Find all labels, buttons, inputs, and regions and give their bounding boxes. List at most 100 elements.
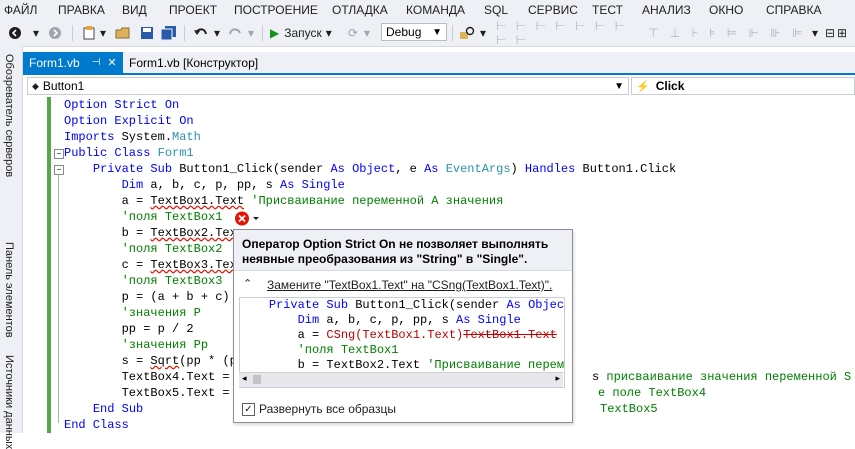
code-line: pp = p / 2 (64, 321, 194, 337)
scroll-right-icon[interactable]: ▸ (555, 373, 560, 384)
code-token: a, b, c, p, pp, s (326, 313, 457, 327)
code-line: TextBox4.Text = (64, 369, 237, 385)
menu-item[interactable]: КОМАНДА (406, 3, 465, 17)
refresh-dropdown-icon[interactable]: ▾ (362, 23, 372, 43)
code-token: Button1.Click (582, 162, 677, 176)
code-token: c = (64, 258, 151, 272)
code-line: Imports System.Math (64, 129, 201, 145)
code-token: Button1_Click(sender (179, 162, 331, 176)
code-token: TextBox5 (600, 402, 658, 416)
menu-item[interactable]: ОТЛАДКА (332, 3, 388, 17)
fix-suggestion-link[interactable]: Замените "TextBox1.Text" на "CSng(TextBo… (267, 278, 552, 292)
code-token: 'поля TextBox2 (121, 242, 223, 256)
expand-all-option[interactable]: ✓ Развернуть все образцы (242, 402, 396, 416)
code-line: End Sub (64, 401, 143, 417)
outline-collapse-class[interactable]: − (54, 149, 64, 159)
code-token: EventArgs (445, 162, 511, 176)
code-token: p = (a + b + c) (64, 290, 230, 304)
find-icon[interactable] (458, 23, 476, 43)
scroll-thumb[interactable] (253, 375, 261, 384)
tab-toolbox[interactable]: Панель элементов (3, 242, 15, 338)
code-line: 'значения P (64, 305, 201, 321)
save-icon[interactable] (138, 23, 156, 43)
preview-scrollbar[interactable]: ◂ ▸ (239, 372, 563, 387)
code-token: Option Explicit On (64, 114, 194, 128)
overflow-icon[interactable]: ▾ (478, 23, 488, 43)
code-line: 'поля TextBox1 (240, 343, 399, 359)
code-line: Public Class Form1 (64, 145, 194, 161)
code-token: 'значения Pp (121, 338, 209, 352)
align-icons[interactable]: ⊟⊞ (822, 23, 852, 43)
start-label: Запуск (284, 26, 322, 40)
menu-item[interactable]: ПОСТРОЕНИЕ (234, 3, 318, 17)
menu-item[interactable]: СЕРВИС (528, 3, 578, 17)
class-select[interactable]: ◆ Button1 ▼ (27, 77, 629, 95)
code-token: End Class (64, 418, 129, 432)
light-bulb-error-button[interactable] (233, 210, 261, 227)
layout-tool-icons: ⊤ ⊥ ⊦ ⊧ ⊨ ⊩ ⊪ ⊫ (648, 26, 807, 40)
menu-item[interactable]: ТЕСТ (592, 3, 623, 17)
pin-icon[interactable]: ⊣ (92, 57, 101, 68)
code-line: 'поля TextBox1 (64, 209, 223, 225)
close-icon[interactable]: ✕ (107, 56, 116, 69)
menu-item[interactable]: ПРАВКА (58, 3, 105, 17)
code-token: Public Class (64, 146, 158, 160)
undo-icon[interactable] (192, 23, 210, 43)
open-folder-icon[interactable] (114, 23, 132, 43)
outline-line (58, 175, 59, 423)
redo-icon[interactable] (226, 23, 244, 43)
code-line: 'значения Pp (64, 337, 208, 353)
error-correction-popup: Оператор Option Strict On не позволяет в… (233, 229, 573, 423)
configuration-select[interactable]: Debug ▼ (381, 23, 447, 41)
code-token: As Object (330, 162, 396, 176)
code-line: a = TextBox1.Text 'Присваивание переменн… (64, 193, 504, 209)
back-icon[interactable] (6, 23, 24, 43)
forward-icon[interactable] (46, 23, 64, 43)
menu-item[interactable]: АНАЛИЗ (642, 3, 691, 17)
redo-dropdown-icon[interactable]: ▾ (246, 23, 256, 43)
code-token: b = TextBox2.Text (240, 358, 428, 372)
undo-dropdown-icon[interactable]: ▾ (212, 23, 222, 43)
start-button[interactable]: ▶ Запуск ▾ (270, 23, 340, 43)
code-token: Dim (121, 178, 151, 192)
class-value: Button1 (42, 79, 85, 93)
tab-form1-designer[interactable]: Form1.vb [Конструктор] (123, 52, 273, 73)
method-select[interactable]: ⚡ Click (631, 77, 855, 95)
back-dropdown-icon[interactable]: ▾ (30, 23, 42, 43)
menu-item[interactable]: ФАЙЛ (4, 3, 37, 17)
expand-all-checkbox[interactable]: ✓ (242, 402, 255, 416)
save-all-icon[interactable] (160, 23, 178, 43)
menu-item[interactable]: СПРАВКА (766, 3, 822, 17)
menu-item[interactable]: ПРОЕКТ (169, 3, 217, 17)
popup-header: Оператор Option Strict On не позволяет в… (234, 230, 572, 271)
tab-data-sources[interactable]: Источники данных (3, 355, 15, 449)
code-token: CSng(TextBox1.Text) (326, 328, 464, 342)
outline-collapse-sub[interactable]: − (54, 165, 64, 175)
scroll-left-icon[interactable]: ◂ (242, 373, 247, 384)
error-icon (235, 211, 259, 226)
class-icon: ◆ (32, 80, 39, 91)
menu-item[interactable]: SQL (484, 3, 508, 17)
code-token: TextBox1.Text (463, 328, 557, 342)
start-dropdown-icon: ▾ (325, 26, 332, 40)
collapse-chevrons-icon[interactable]: ⌃ (243, 277, 252, 290)
code-line: a = CSng(TextBox1.Text)TextBox1.Text ' (240, 328, 564, 344)
new-project-icon[interactable] (80, 23, 98, 43)
tab-form1-vb[interactable]: Form1.vb ⊣ ✕ (23, 52, 123, 73)
tab-server-explorer[interactable]: Обозреватель серверов (3, 54, 15, 177)
menu-item[interactable]: ОКНО (709, 3, 743, 17)
disabled-tool-icons: ⊢ ⊢ ⊢ ⊢ ⊢ ⊢ ⊢ ⊢ ⊢ (496, 19, 629, 47)
method-value: Click (655, 79, 685, 93)
overflow-icon[interactable]: ▾ (810, 23, 820, 43)
code-line: Private Sub Button1_Click(sender As Obje… (64, 161, 676, 177)
code-token: 'Присваивание переменной и присваивание … (427, 358, 565, 372)
error-message-line1: Оператор Option Strict On не позволяет в… (242, 237, 549, 251)
code-token: As Object (506, 298, 565, 312)
menu-item[interactable]: ВИД (122, 3, 147, 17)
new-dropdown-icon[interactable]: ▾ (98, 23, 108, 43)
code-token: Form1 (157, 146, 194, 160)
refresh-icon[interactable]: ⟳ (344, 23, 362, 43)
separator (262, 25, 263, 41)
code-token: As (424, 162, 446, 176)
